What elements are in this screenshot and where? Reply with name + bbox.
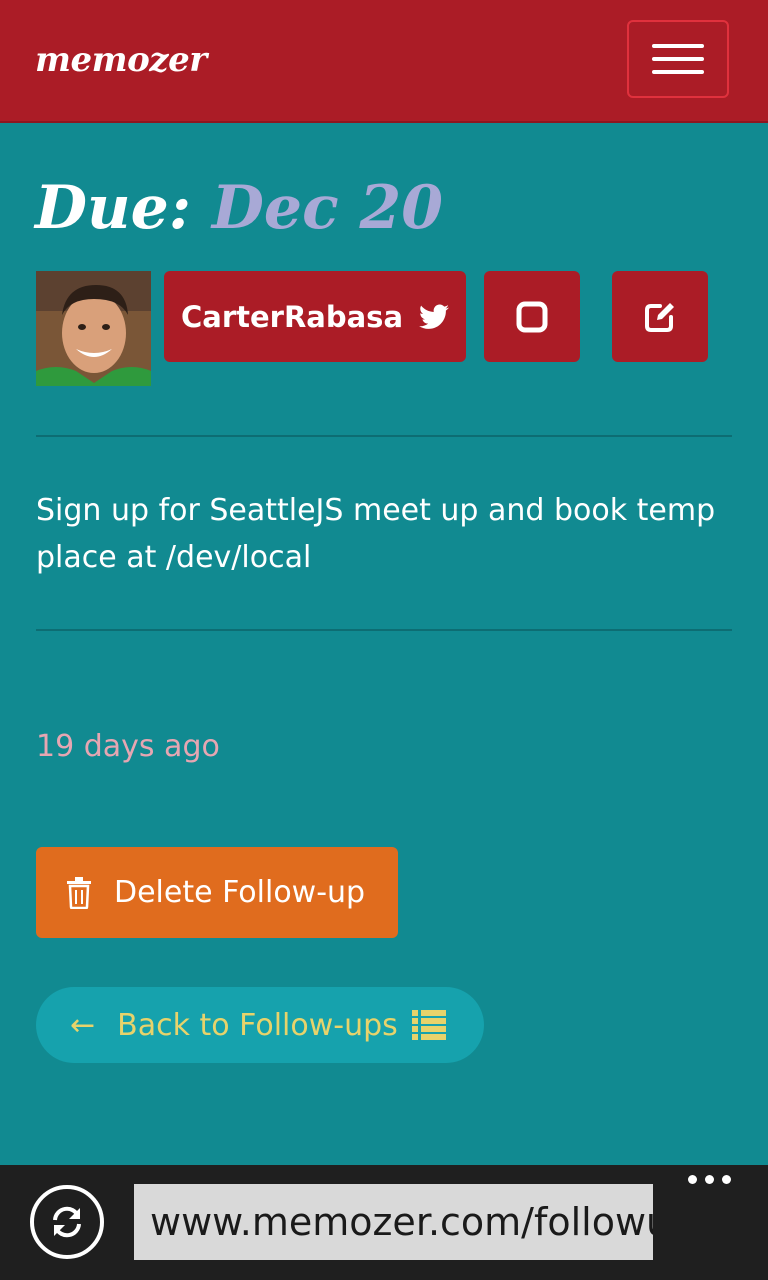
refresh-icon [53, 1206, 81, 1238]
avatar-image [36, 271, 151, 386]
delete-label: Delete Follow-up [114, 875, 366, 910]
back-label: Back to Follow-ups [117, 1007, 398, 1043]
divider [36, 629, 732, 631]
back-to-followups-button[interactable]: ← Back to Follow-ups [36, 987, 484, 1063]
list-icon [411, 1009, 446, 1041]
back-arrow-icon: ← [70, 1007, 96, 1043]
navbar: memozer [0, 0, 768, 123]
twitter-icon [419, 304, 450, 329]
complete-button[interactable] [484, 271, 580, 362]
avatar [36, 271, 151, 386]
edit-icon [645, 302, 674, 332]
refresh-button[interactable] [30, 1185, 104, 1259]
more-dots-icon[interactable] [688, 1175, 731, 1184]
due-label: Due: [35, 173, 191, 243]
browser-address-bar: www.memozer.com/followup [0, 1165, 768, 1280]
brand-logo[interactable]: memozer [35, 40, 207, 80]
url-field[interactable]: www.memozer.com/followup [134, 1184, 653, 1260]
menu-button[interactable] [627, 20, 729, 98]
divider [36, 435, 732, 437]
followup-age: 19 days ago [36, 729, 220, 764]
user-twitter-button[interactable]: CarterRabasa [164, 271, 466, 362]
user-name: CarterRabasa [180, 299, 404, 334]
due-date: Dec 20 [211, 173, 443, 243]
square-icon [516, 301, 548, 332]
due-heading: Due: Dec 20 [35, 170, 443, 246]
delete-followup-button[interactable]: Delete Follow-up [36, 847, 398, 938]
hamburger-icon [652, 44, 704, 48]
trash-icon [67, 876, 91, 909]
followup-description: Sign up for SeattleJS meet up and book t… [36, 493, 716, 575]
edit-button[interactable] [612, 271, 708, 362]
